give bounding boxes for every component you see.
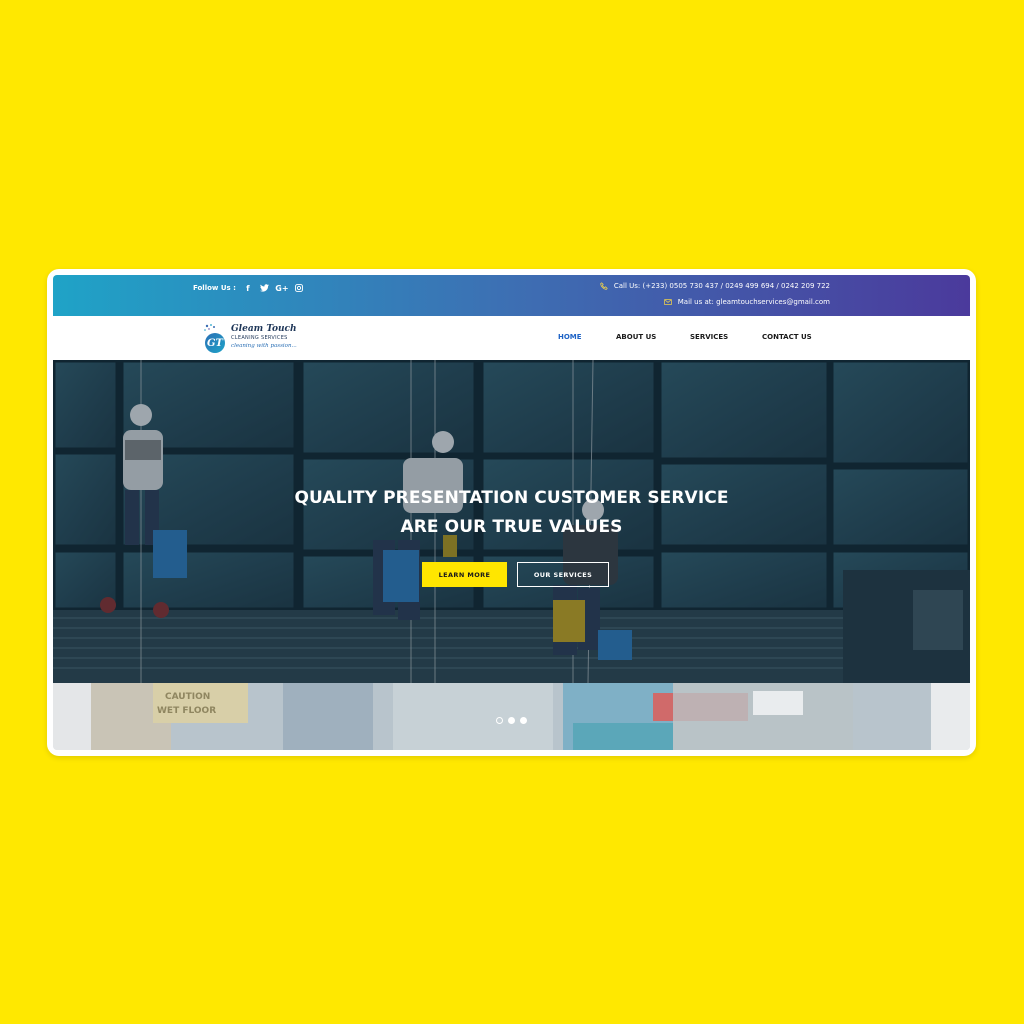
- facebook-icon[interactable]: f: [243, 283, 253, 293]
- twitter-icon[interactable]: [260, 283, 270, 293]
- mail-icon: [664, 298, 672, 306]
- follow-us-label: Follow Us :: [193, 284, 236, 292]
- nav-about-us[interactable]: ABOUT US: [616, 333, 690, 341]
- logo-mark: GT: [205, 333, 225, 353]
- nav-services[interactable]: SERVICES: [690, 333, 762, 341]
- google-plus-icon[interactable]: G+: [275, 283, 288, 293]
- carousel-dot-2[interactable]: [508, 717, 515, 724]
- main-menu: HOME ABOUT US SERVICES CONTACT US: [558, 333, 822, 341]
- browser-frame: Follow Us : f G+ Call Us: (+233) 0505 73…: [47, 269, 976, 756]
- logo-subtitle: CLEANING SERVICES: [231, 335, 288, 341]
- phone-contact: Call Us: (+233) 0505 730 437 / 0249 499 …: [600, 282, 830, 290]
- next-slide-preview: CAUTION WET FLOOR: [53, 683, 970, 750]
- hero-title-line-2: ARE OUR TRUE VALUES: [400, 517, 623, 537]
- hero-title-line-1: QUALITY PRESENTATION CUSTOMER SERVICE: [294, 488, 729, 508]
- site-logo[interactable]: GT Gleam Touch CLEANING SERVICES cleanin…: [203, 321, 303, 355]
- carousel-dots: [496, 717, 527, 724]
- nav-contact-us[interactable]: CONTACT US: [762, 333, 822, 341]
- carousel-dot-1[interactable]: [496, 717, 503, 724]
- learn-more-button[interactable]: LEARN MORE: [422, 562, 507, 587]
- carousel-dot-3[interactable]: [520, 717, 527, 724]
- wet-floor-sign-text: WET FLOOR: [157, 706, 216, 716]
- caution-sign-text: CAUTION: [165, 692, 210, 702]
- main-navbar: GT Gleam Touch CLEANING SERVICES cleanin…: [53, 316, 970, 360]
- logo-name: Gleam Touch: [231, 324, 297, 334]
- logo-tagline: cleaning with passion...: [231, 343, 297, 349]
- our-services-button[interactable]: OUR SERVICES: [517, 562, 609, 587]
- follow-us: Follow Us : f G+: [193, 283, 311, 293]
- mail-text[interactable]: Mail us at: gleamtouchservices@gmail.com: [678, 298, 830, 306]
- phone-text: Call Us: (+233) 0505 730 437 / 0249 499 …: [613, 282, 830, 290]
- hero-title: QUALITY PRESENTATION CUSTOMER SERVICE AR…: [53, 484, 970, 542]
- website: Follow Us : f G+ Call Us: (+233) 0505 73…: [53, 275, 970, 750]
- instagram-icon[interactable]: [294, 283, 304, 293]
- mail-contact: Mail us at: gleamtouchservices@gmail.com: [664, 298, 830, 306]
- hero-slider: QUALITY PRESENTATION CUSTOMER SERVICE AR…: [53, 360, 970, 683]
- top-bar: Follow Us : f G+ Call Us: (+233) 0505 73…: [53, 275, 970, 316]
- phone-icon: [600, 282, 608, 290]
- nav-home[interactable]: HOME: [558, 333, 616, 341]
